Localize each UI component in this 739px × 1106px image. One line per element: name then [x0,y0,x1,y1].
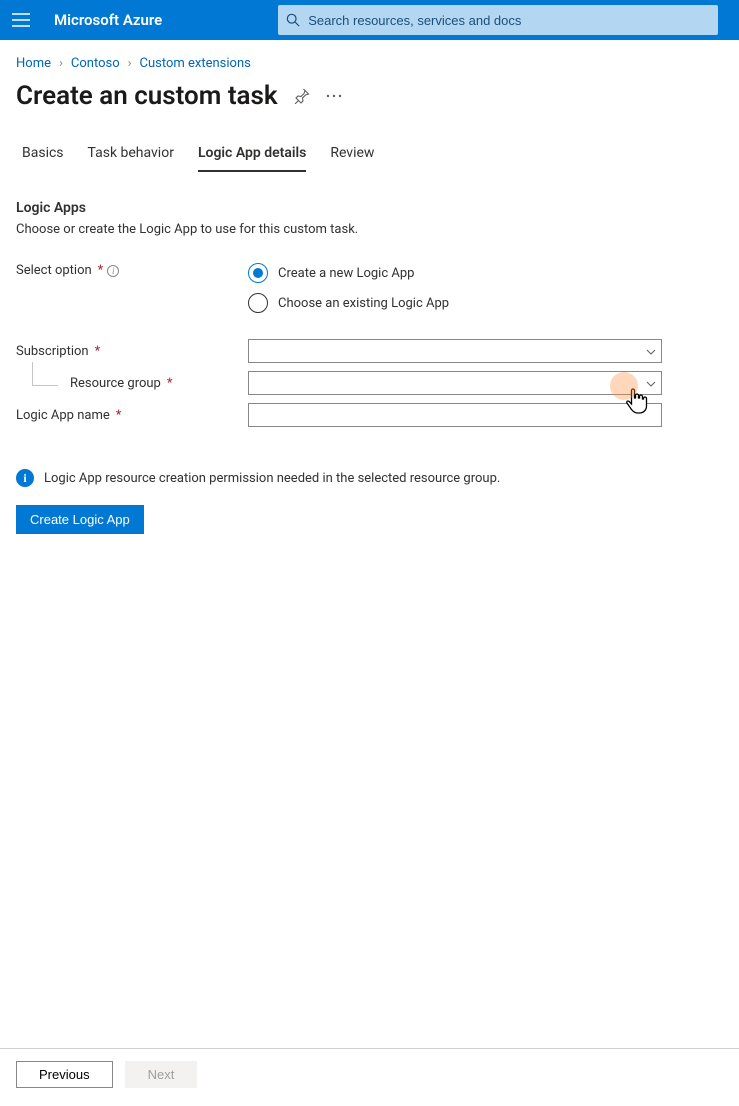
logic-app-name-label-text: Logic App name [16,408,110,423]
resource-group-dropdown[interactable] [248,371,662,395]
required-indicator: * [95,344,101,359]
breadcrumb-link-custom-extensions[interactable]: Custom extensions [140,56,251,71]
wizard-footer: Previous Next [0,1048,739,1106]
create-logic-app-button[interactable]: Create Logic App [16,505,144,534]
radio-label: Create a new Logic App [278,266,414,281]
radio-icon [248,293,268,313]
more-icon[interactable] [326,94,342,98]
info-icon[interactable]: i [107,265,119,277]
subscription-label: Subscription * [16,344,248,359]
radio-create-new[interactable]: Create a new Logic App [248,263,449,283]
breadcrumb-link-home[interactable]: Home [16,56,51,71]
tab-basics[interactable]: Basics [22,137,64,171]
radio-choose-existing[interactable]: Choose an existing Logic App [248,293,449,313]
tree-elbow-icon [32,362,58,386]
tab-review[interactable]: Review [330,137,374,171]
subscription-dropdown[interactable] [248,339,662,363]
resource-group-label-text: Resource group [70,376,161,391]
tab-row: Basics Task behavior Logic App details R… [16,137,723,172]
brand-label: Microsoft Azure [54,11,162,29]
search-box[interactable] [278,5,718,35]
next-button: Next [125,1061,198,1088]
required-indicator: * [116,408,122,423]
pin-icon[interactable] [294,88,310,104]
page-title: Create an custom task [16,81,278,111]
section-description: Choose or create the Logic App to use fo… [16,222,723,237]
search-icon [286,13,300,27]
radio-icon [248,263,268,283]
chevron-right-icon: › [59,56,63,71]
menu-icon[interactable] [12,13,30,27]
tab-task-behavior[interactable]: Task behavior [88,137,174,171]
logic-app-name-input[interactable] [248,403,662,427]
logic-app-name-label: Logic App name * [16,408,248,423]
breadcrumb: Home › Contoso › Custom extensions [16,56,723,71]
search-input[interactable] [306,12,710,29]
info-notice: i Logic App resource creation permission… [16,469,723,487]
resource-group-label: Resource group * [16,376,248,391]
breadcrumb-link-contoso[interactable]: Contoso [71,56,120,71]
select-option-label: Select option * i [16,263,248,278]
previous-button[interactable]: Previous [16,1061,113,1088]
info-circle-icon: i [16,469,34,487]
required-indicator: * [167,376,173,391]
page-title-row: Create an custom task [16,81,723,111]
top-header: Microsoft Azure [0,0,739,40]
required-indicator: * [98,263,104,278]
select-option-radio-group: Create a new Logic App Choose an existin… [248,263,449,313]
select-option-label-text: Select option [16,263,92,278]
chevron-right-icon: › [128,56,132,71]
tab-logic-app-details[interactable]: Logic App details [198,137,306,171]
section-title: Logic Apps [16,200,723,216]
info-notice-text: Logic App resource creation permission n… [44,471,500,486]
radio-label: Choose an existing Logic App [278,296,449,311]
subscription-label-text: Subscription [16,344,89,359]
